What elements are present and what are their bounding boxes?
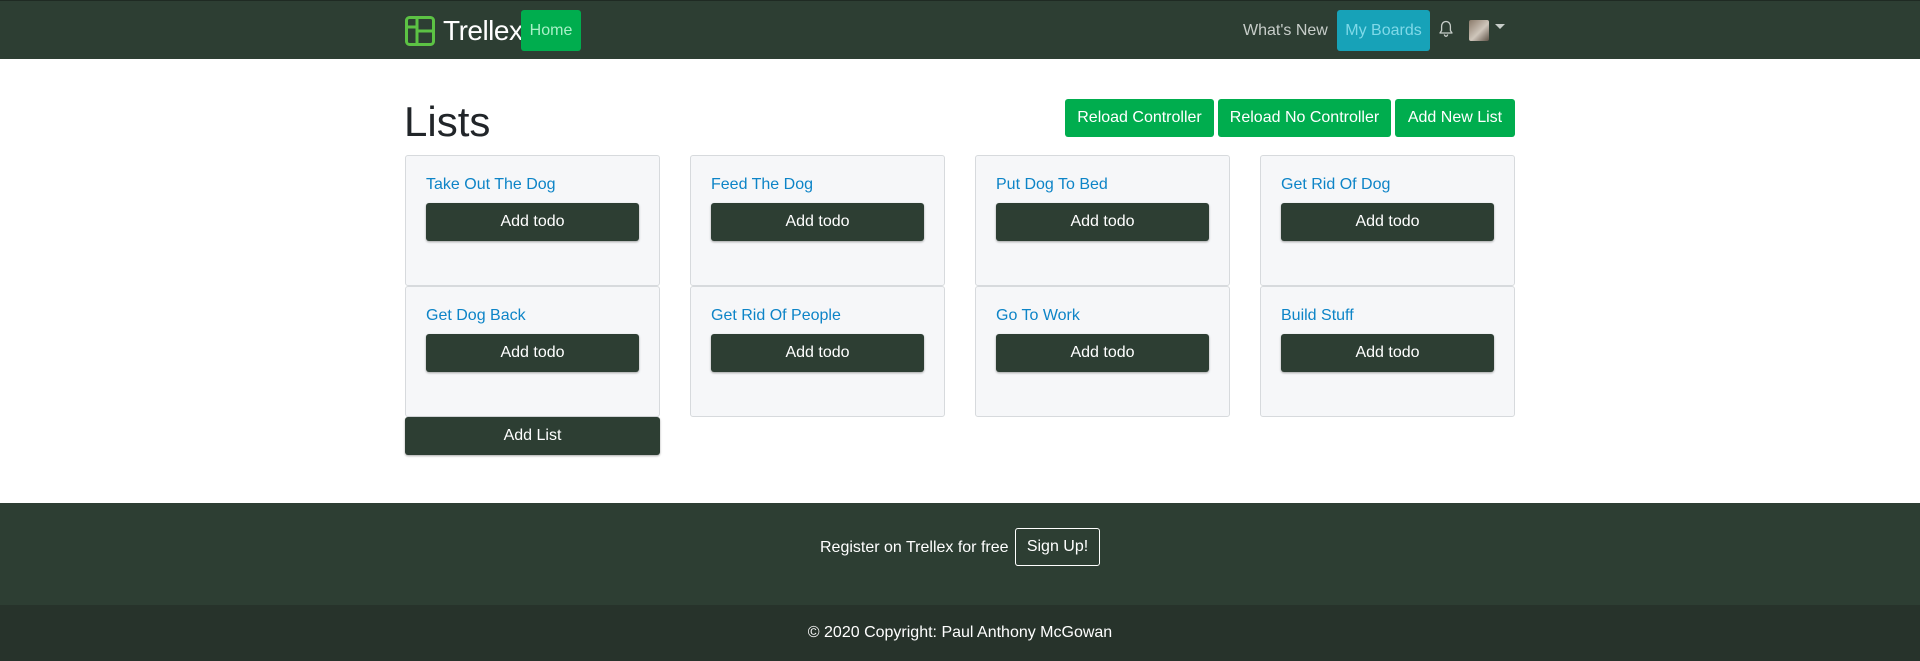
list-title[interactable]: Go To Work xyxy=(996,307,1080,325)
sign-up-button[interactable]: Sign Up! xyxy=(1015,528,1100,566)
add-new-list-button[interactable]: Add New List xyxy=(1395,99,1515,137)
list-card: Take Out The Dog Add todo xyxy=(405,155,660,286)
copyright-text: © 2020 Copyright: Paul Anthony McGowan xyxy=(807,624,1113,641)
nav-home-button[interactable]: Home xyxy=(521,10,581,51)
add-todo-button[interactable]: Add todo xyxy=(996,334,1209,372)
add-todo-button[interactable]: Add todo xyxy=(426,203,639,241)
list-title[interactable]: Take Out The Dog xyxy=(426,176,556,194)
board-logo-icon xyxy=(405,16,435,46)
list-card: Get Dog Back Add todo xyxy=(405,286,660,417)
reload-no-controller-button[interactable]: Reload No Controller xyxy=(1218,99,1391,137)
list-title[interactable]: Build Stuff xyxy=(1281,307,1354,325)
footer-register-bar: Register on Trellex for free Sign Up! xyxy=(0,503,1920,605)
nav-my-boards-button[interactable]: My Boards xyxy=(1337,10,1430,51)
page-title: Lists xyxy=(404,98,491,145)
navbar: Trellex Home What's New My Boards xyxy=(0,0,1920,59)
add-todo-button[interactable]: Add todo xyxy=(996,203,1209,241)
list-card: Build Stuff Add todo xyxy=(1260,286,1515,417)
add-todo-button[interactable]: Add todo xyxy=(1281,334,1494,372)
brand-name: Trellex xyxy=(443,15,523,46)
add-todo-button[interactable]: Add todo xyxy=(426,334,639,372)
nav-whats-new-link[interactable]: What's New xyxy=(1243,10,1328,51)
add-todo-button[interactable]: Add todo xyxy=(1281,203,1494,241)
list-title[interactable]: Get Rid Of Dog xyxy=(1281,176,1390,194)
list-title[interactable]: Put Dog To Bed xyxy=(996,176,1108,194)
chevron-down-icon[interactable] xyxy=(1495,24,1505,29)
list-card: Get Rid Of Dog Add todo xyxy=(1260,155,1515,286)
list-title[interactable]: Get Dog Back xyxy=(426,307,526,325)
list-card: Go To Work Add todo xyxy=(975,286,1230,417)
list-card: Put Dog To Bed Add todo xyxy=(975,155,1230,286)
list-title[interactable]: Get Rid Of People xyxy=(711,307,841,325)
reload-controller-button[interactable]: Reload Controller xyxy=(1065,99,1214,137)
list-card: Get Rid Of People Add todo xyxy=(690,286,945,417)
user-avatar[interactable] xyxy=(1469,20,1489,41)
footer-copyright-bar: © 2020 Copyright: Paul Anthony McGowan xyxy=(0,605,1920,661)
add-todo-button[interactable]: Add todo xyxy=(711,334,924,372)
register-text: Register on Trellex for free xyxy=(820,539,1009,556)
list-card: Feed The Dog Add todo xyxy=(690,155,945,286)
add-list-button[interactable]: Add List xyxy=(405,417,660,455)
bell-icon[interactable] xyxy=(1438,20,1454,38)
brand[interactable]: Trellex xyxy=(405,15,523,47)
add-todo-button[interactable]: Add todo xyxy=(711,203,924,241)
list-title[interactable]: Feed The Dog xyxy=(711,176,813,194)
